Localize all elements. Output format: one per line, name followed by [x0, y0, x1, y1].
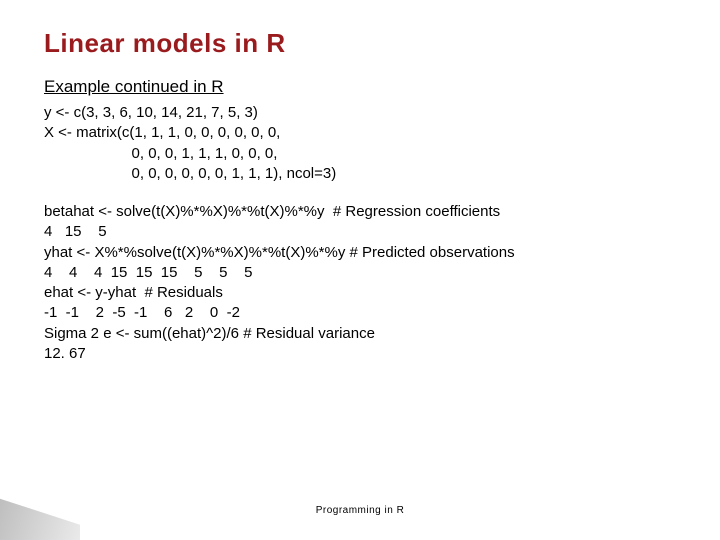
slide-title: Linear models in R — [44, 28, 676, 59]
slide-footer: Programming in R — [0, 505, 720, 516]
code-block-results: betahat <- solve(t(X)%*%X)%*%t(X)%*%y # … — [44, 202, 676, 364]
code-block-assignments: y <- c(3, 3, 6, 10, 14, 21, 7, 5, 3) X <… — [44, 103, 676, 184]
slide-subtitle: Example continued in R — [44, 77, 676, 97]
slide: Linear models in R Example continued in … — [0, 0, 720, 540]
